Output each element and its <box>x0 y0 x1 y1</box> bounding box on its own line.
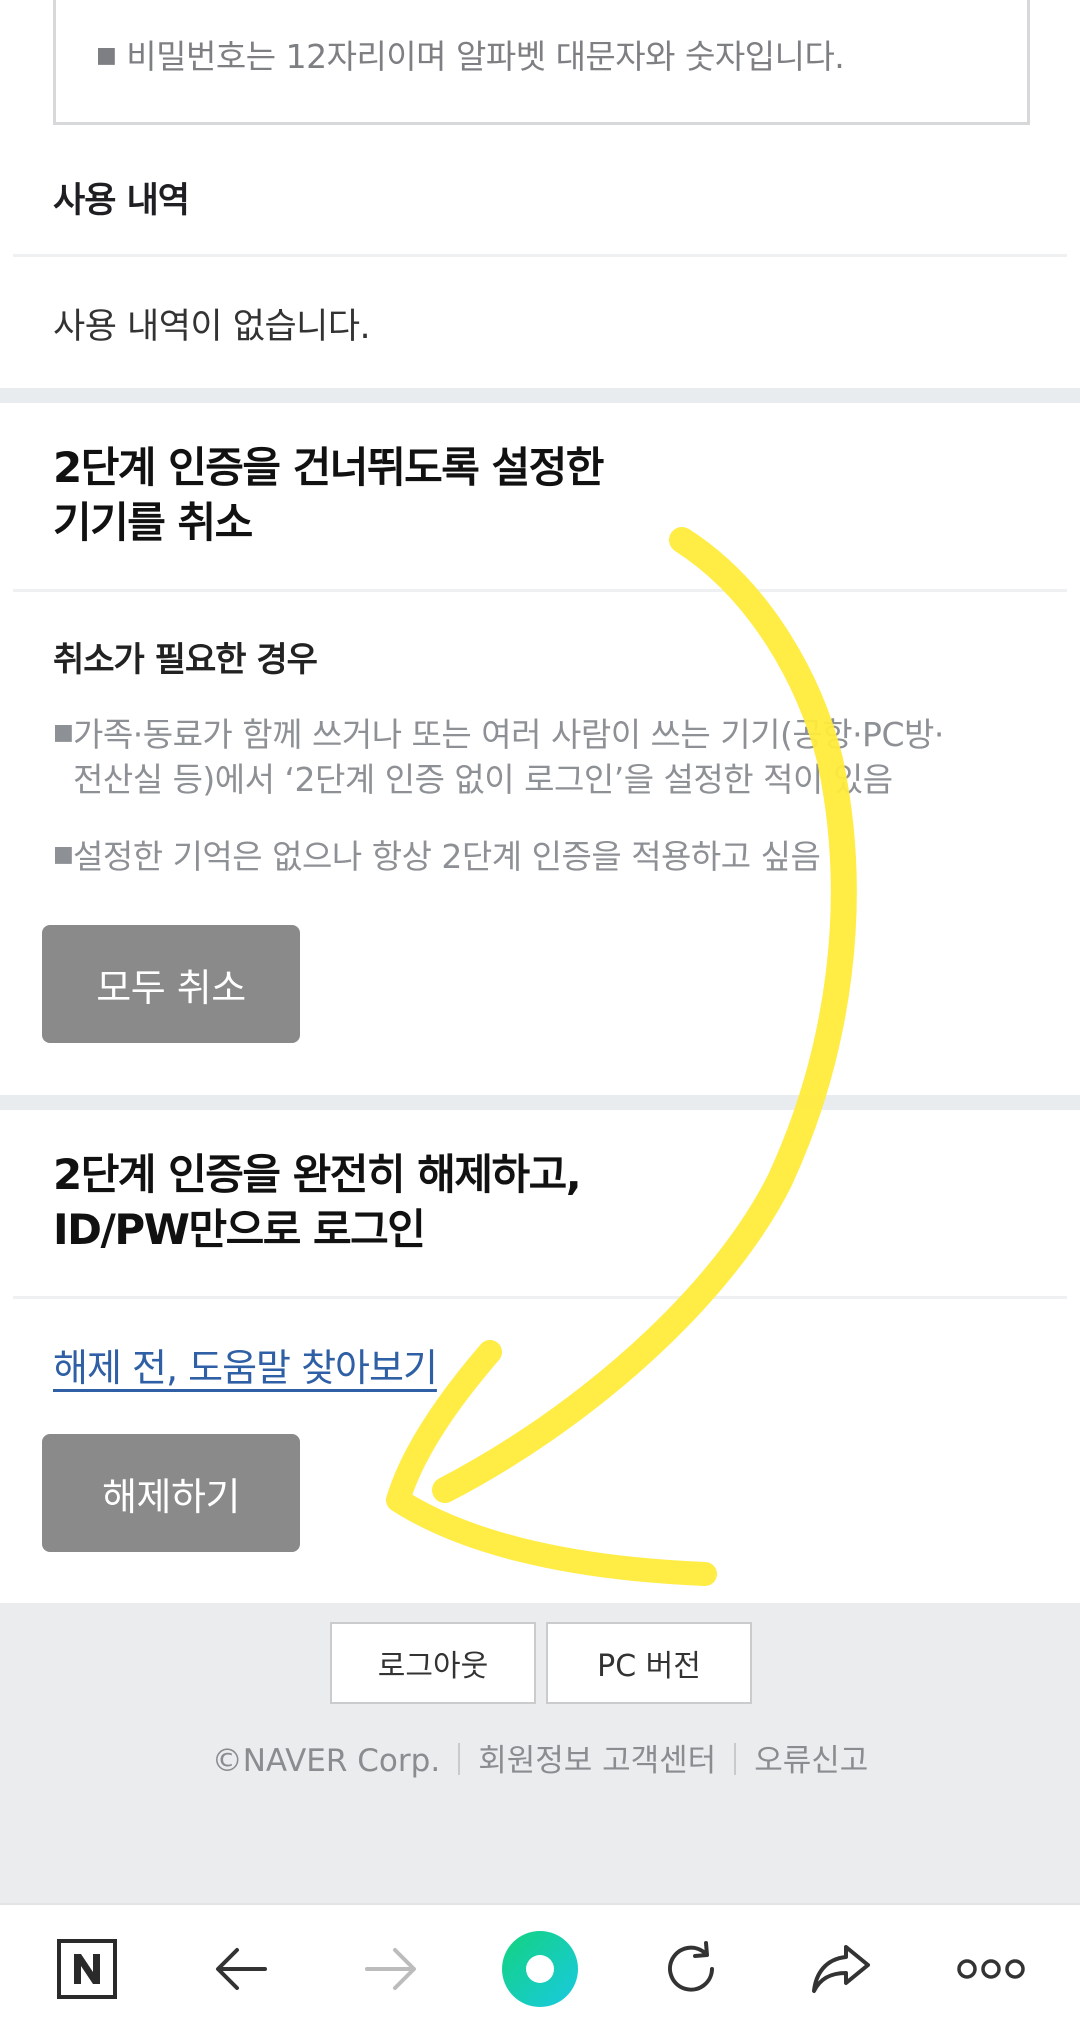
cancel-section-title: 2단계 인증을 건너뛰도록 설정한 기기를 취소 <box>53 443 604 547</box>
list-item: ■ 설정한 기억은 없으나 항상 2단계 인증을 적용하고 싶음 <box>53 837 821 876</box>
password-notice-box: ■ 비밀번호는 12자리이며 알파벳 대문자와 숫자입니다. <box>53 0 1030 125</box>
disable-button[interactable]: 해제하기 <box>42 1434 300 1552</box>
usage-empty-text: 사용 내역이 없습니다. <box>53 307 371 347</box>
refresh-icon[interactable] <box>636 1905 746 2032</box>
footer-links: ©NAVER Corp. 회원정보 고객센터 오류신고 <box>0 1735 1080 1780</box>
pc-version-button[interactable]: PC 버전 <box>546 1622 752 1704</box>
member-center-link[interactable]: 회원정보 고객센터 <box>478 1743 716 1779</box>
password-notice: ■ 비밀번호는 12자리이며 알파벳 대문자와 숫자입니다. <box>96 37 845 76</box>
password-notice-text: 비밀번호는 12자리이며 알파벳 대문자와 숫자입니다. <box>126 37 845 76</box>
copyright-text: ©NAVER Corp. <box>211 1743 441 1779</box>
cancel-all-button[interactable]: 모두 취소 <box>42 925 300 1043</box>
separator <box>458 1743 461 1775</box>
divider <box>13 589 1067 592</box>
naver-home-icon[interactable] <box>32 1905 142 2032</box>
list-item: ■ 가족·동료가 함께 쓰거나 또는 여러 사람이 쓰는 기기(공항·PC방· … <box>53 715 944 799</box>
forward-arrow-icon[interactable] <box>336 1905 446 2032</box>
share-icon[interactable] <box>786 1905 896 2032</box>
section-separator <box>0 388 1080 403</box>
help-link[interactable]: 해제 전, 도움말 찾아보기 <box>53 1337 438 1392</box>
footer: 로그아웃 PC 버전 ©NAVER Corp. 회원정보 고객센터 오류신고 <box>0 1603 1080 1903</box>
section-separator <box>0 1095 1080 1110</box>
green-dot-icon[interactable] <box>485 1905 595 2032</box>
usage-history-title: 사용 내역 <box>53 181 190 221</box>
cancel-needed-subtitle: 취소가 필요한 경우 <box>53 640 318 680</box>
back-arrow-icon[interactable] <box>186 1905 296 2032</box>
divider <box>13 1296 1067 1299</box>
separator <box>734 1743 737 1775</box>
page: ■ 비밀번호는 12자리이며 알파벳 대문자와 숫자입니다. 사용 내역 사용 내… <box>0 0 1080 2032</box>
more-icon[interactable] <box>936 1905 1046 2032</box>
bottom-nav <box>0 1903 1080 2032</box>
disable-section-title: 2단계 인증을 완전히 해제하고, ID/PW만으로 로그인 <box>53 1150 582 1254</box>
divider <box>13 254 1067 257</box>
logout-button[interactable]: 로그아웃 <box>330 1622 536 1704</box>
report-error-link[interactable]: 오류신고 <box>754 1743 868 1779</box>
